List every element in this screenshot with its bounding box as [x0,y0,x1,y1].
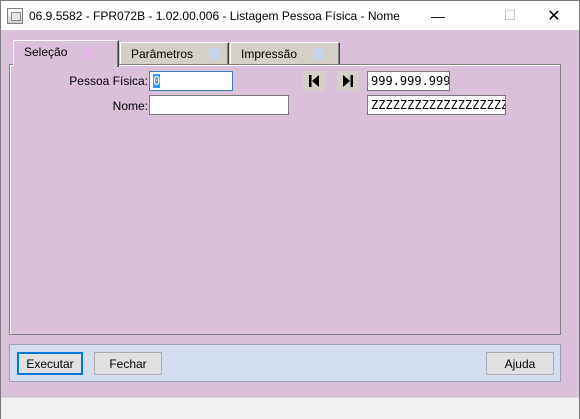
skip-first-icon [309,75,319,87]
tab-selecao[interactable]: Seleção [13,40,119,67]
button-bar: Executar Fechar Ajuda [9,344,561,382]
tab-parametros[interactable]: Parâmetros [120,42,229,66]
pessoa-fisica-from-input[interactable]: 0 [149,71,233,91]
minimize-button[interactable]: — [415,1,461,30]
app-icon[interactable] [7,7,23,24]
tab-label: Seleção [24,45,68,59]
tab-color-swatch [83,46,94,58]
executar-button[interactable]: Executar [17,352,83,375]
fechar-button[interactable]: Fechar [94,352,162,375]
selecao-panel: Pessoa Física: 0 999.999.999 Nome: ZZZZZ… [9,64,561,335]
nome-to-input[interactable]: ZZZZZZZZZZZZZZZZZZZZZZZZZZZZZZ [367,95,506,115]
tab-impressao[interactable]: Impressão [230,42,340,66]
last-record-button[interactable] [337,71,359,91]
first-record-button[interactable] [303,71,325,91]
ajuda-button[interactable]: Ajuda [486,352,554,375]
tab-color-swatch [209,48,220,60]
nome-from-input[interactable] [149,95,289,115]
window-title: 06.9.5582 - FPR072B - 1.02.00.006 - List… [29,8,400,23]
pessoa-fisica-from-value: 0 [153,74,161,88]
tab-color-swatch [313,48,324,60]
maximize-button[interactable]: ☐ [487,1,533,30]
pessoa-fisica-label: Pessoa Física: [69,74,148,88]
nome-label: Nome: [112,99,148,113]
skip-last-icon [343,75,353,87]
close-button[interactable]: ✕ [531,1,577,30]
tab-label: Parâmetros [131,47,194,61]
app-window: 06.9.5582 - FPR072B - 1.02.00.006 - List… [0,0,580,419]
tab-label: Impressão [241,47,298,61]
title-bar[interactable]: 06.9.5582 - FPR072B - 1.02.00.006 - List… [1,1,579,30]
status-bar [1,397,579,419]
pessoa-fisica-to-input[interactable]: 999.999.999 [367,71,450,91]
